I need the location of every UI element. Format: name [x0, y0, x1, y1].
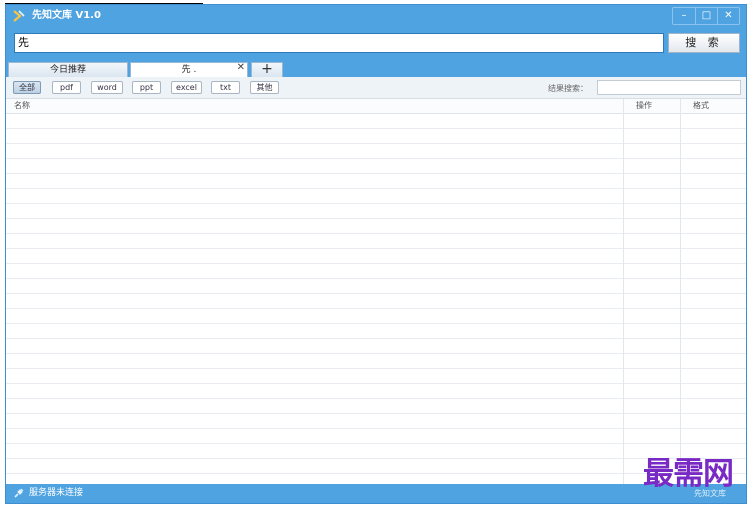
- table-body[interactable]: [6, 114, 746, 484]
- tab-search-result[interactable]: 先 . ✕: [130, 62, 248, 77]
- tab-label: 先 .: [181, 65, 197, 75]
- column-header-name[interactable]: 名称: [14, 100, 30, 112]
- result-search-input[interactable]: [597, 80, 741, 95]
- search-input[interactable]: 先: [14, 33, 664, 53]
- results-table: 名称 操作 格式: [6, 99, 746, 484]
- filter-other-button[interactable]: 其他: [250, 81, 279, 94]
- filter-word-button[interactable]: word: [91, 81, 123, 94]
- result-search-label: 结果搜索：: [548, 84, 588, 93]
- search-bar: 先 搜 索: [6, 27, 746, 60]
- table-header: 名称 操作 格式: [6, 99, 746, 114]
- filter-pdf-button[interactable]: pdf: [52, 81, 81, 94]
- app-window: 先知文库 V1.0 – □ ✕ 先 搜 索 今日推荐 先 . ✕ + 全部 pd…: [5, 4, 747, 504]
- maximize-button[interactable]: □: [695, 8, 717, 24]
- watermark: 最需网: [643, 456, 734, 492]
- filter-excel-button[interactable]: excel: [171, 81, 202, 94]
- app-logo-icon: [13, 10, 25, 22]
- add-tab-button[interactable]: +: [251, 62, 283, 77]
- plug-disconnected-icon: [14, 488, 24, 498]
- filter-txt-button[interactable]: txt: [211, 81, 240, 94]
- search-button[interactable]: 搜 索: [668, 33, 740, 53]
- close-button[interactable]: ✕: [717, 8, 739, 24]
- window-title: 先知文库 V1.0: [32, 10, 101, 21]
- minimize-button[interactable]: –: [673, 8, 695, 24]
- status-bar: 服务器未连接 先知文库: [6, 484, 746, 503]
- filter-all-button[interactable]: 全部: [13, 81, 41, 94]
- title-bar[interactable]: 先知文库 V1.0 – □ ✕: [6, 5, 746, 27]
- column-divider: [623, 99, 624, 484]
- window-controls: – □ ✕: [672, 7, 740, 25]
- filter-ppt-button[interactable]: ppt: [132, 81, 161, 94]
- tab-close-icon[interactable]: ✕: [237, 62, 245, 74]
- tab-today-recommend[interactable]: 今日推荐: [8, 62, 128, 77]
- status-text: 服务器未连接: [29, 488, 84, 498]
- filter-bar: 全部 pdf word ppt excel txt 其他 结果搜索：: [6, 77, 746, 99]
- column-divider: [680, 99, 681, 484]
- tab-strip: 今日推荐 先 . ✕ +: [6, 60, 746, 77]
- tab-label: 今日推荐: [49, 65, 86, 75]
- column-header-format[interactable]: 格式: [693, 100, 709, 112]
- column-header-action[interactable]: 操作: [636, 100, 652, 112]
